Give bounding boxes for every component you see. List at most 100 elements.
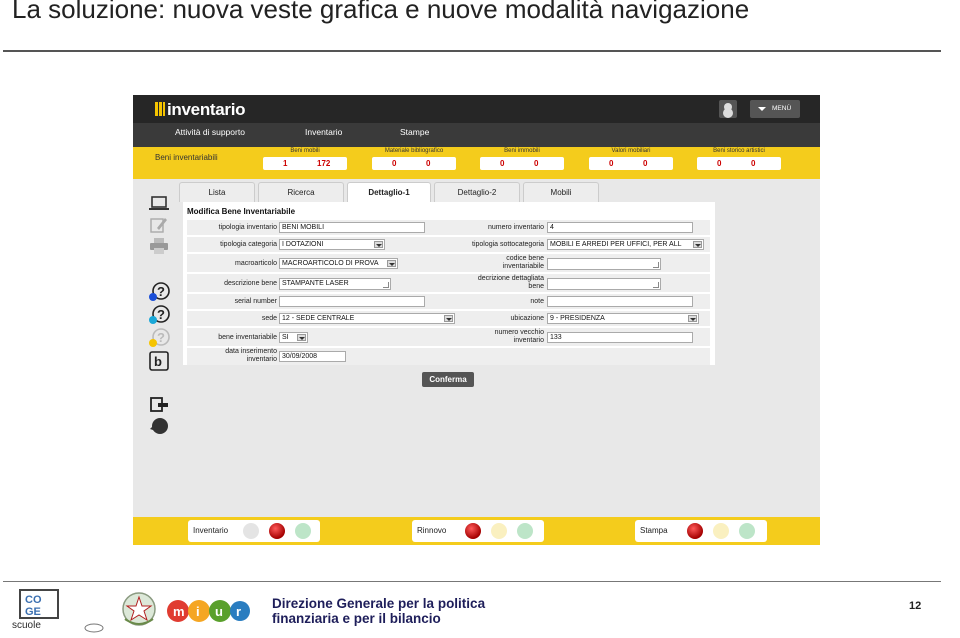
- tab-ricerca[interactable]: Ricerca: [258, 182, 344, 202]
- slide-title: La soluzione: nuova veste grafica e nuov…: [12, 0, 750, 24]
- status-label: Stampa: [640, 526, 668, 535]
- help-cyan-icon[interactable]: ?: [149, 305, 170, 324]
- summary-group-label: Materiale bibliografico: [384, 148, 444, 154]
- status-rinnovo[interactable]: Rinnovo: [412, 520, 544, 542]
- tab-dettaglio-2[interactable]: Dettaglio-2: [434, 182, 520, 202]
- counter-value-1: 0: [392, 159, 397, 168]
- status-stampa[interactable]: Stampa: [635, 520, 767, 542]
- tab-bar: Lista Ricerca Dettaglio-1 Dettaglio-2 Mo…: [179, 182, 819, 202]
- summary-group-label: Beni immobili: [504, 148, 540, 154]
- user-icon[interactable]: [719, 100, 737, 118]
- monitor-icon[interactable]: [149, 196, 169, 214]
- italian-republic-emblem: [120, 589, 158, 629]
- sede-select[interactable]: 12 - SEDE CENTRALE: [279, 313, 455, 324]
- ubicazione-select[interactable]: 9 - PRESIDENZA: [547, 313, 699, 324]
- ubicazione-label: ubicazione: [510, 315, 544, 322]
- footer-divider: [3, 581, 941, 582]
- status-light-green: [517, 523, 533, 539]
- print-icon[interactable]: [149, 237, 169, 255]
- help-yellow-icon[interactable]: ?: [149, 328, 170, 347]
- status-light-yellow: [491, 523, 507, 539]
- status-inventario[interactable]: Inventario: [188, 520, 320, 542]
- form-row: macroarticolo MACROARTICOLO DI PROVA cod…: [187, 254, 710, 272]
- svg-text:b: b: [154, 354, 162, 369]
- counter-value-2: 0: [426, 159, 431, 168]
- globe-refresh-icon[interactable]: [149, 417, 169, 435]
- serial-number-label: serial number: [234, 298, 277, 305]
- status-light-green: [739, 523, 755, 539]
- menu-button[interactable]: MENÙ: [750, 100, 800, 118]
- codice-bene-textarea[interactable]: [547, 258, 661, 270]
- status-light-yellow: [713, 523, 729, 539]
- data-label-line1: data inserimento: [225, 348, 277, 355]
- macroarticolo-label: macroarticolo: [234, 260, 277, 267]
- data-label-line2: inventario: [246, 356, 277, 363]
- form-row: data inserimento inventario 30/09/2008: [187, 348, 710, 365]
- coge-logo-text: scuole: [12, 620, 41, 631]
- help-blue-icon[interactable]: ?: [149, 282, 170, 301]
- app-logo[interactable]: inventario: [155, 100, 246, 120]
- tipologia-sottocategoria-select[interactable]: MOBILI E ARREDI PER UFFICI, PER ALL: [547, 239, 704, 250]
- app-logo-text: inventario: [167, 100, 246, 119]
- status-light-red: [465, 523, 481, 539]
- summary-materiale-bibliografico[interactable]: Materiale bibliografico 0 0: [372, 147, 456, 179]
- summary-beni-immobili[interactable]: Beni immobili 00: [480, 147, 564, 179]
- tab-dettaglio-1[interactable]: Dettaglio-1: [347, 182, 431, 202]
- descr-dett-label-line1: decrizione dettagliata: [477, 275, 544, 282]
- status-bar: Inventario Rinnovo Stampa: [133, 517, 820, 545]
- tab-lista[interactable]: Lista: [179, 182, 255, 202]
- counter-value-1: 0: [717, 159, 722, 168]
- serial-number-field[interactable]: [279, 296, 425, 307]
- data-inserimento-label: data inserimento inventario: [189, 348, 277, 364]
- summary-beni-mobili[interactable]: Beni mobili 1 172: [263, 147, 347, 179]
- confirm-button[interactable]: Conferma: [422, 372, 474, 387]
- svg-text:CO: CO: [25, 594, 42, 606]
- bene-inventariabile-select[interactable]: SI: [279, 332, 308, 343]
- chevron-down-icon: [374, 241, 383, 248]
- summary-group-label: Beni storico artistici: [713, 148, 765, 154]
- codice-bene-label-line2: inventariabile: [502, 263, 544, 270]
- counter-value-2: 0: [534, 159, 539, 168]
- codice-bene-label-line1: codice bene: [506, 255, 544, 262]
- codice-bene-label: codice bene inventariabile: [452, 255, 544, 271]
- summary-counter: 00: [697, 157, 781, 170]
- counter-value-2: 0: [751, 159, 756, 168]
- tipologia-categoria-select[interactable]: I DOTAZIONI: [279, 239, 385, 250]
- form-title: Modifica Bene Inventariabile: [187, 207, 296, 216]
- numero-inventario-field[interactable]: 4: [547, 222, 693, 233]
- status-light-green: [295, 523, 311, 539]
- summary-group-label: Beni mobili: [290, 148, 320, 154]
- svg-text:r: r: [236, 604, 241, 619]
- form-row: tipologia inventario BENI MOBILI numero …: [187, 220, 710, 235]
- slide: La soluzione: nuova veste grafica e nuov…: [0, 0, 960, 638]
- descrizione-dettagliata-textarea[interactable]: [547, 278, 661, 290]
- app-topbar: inventario MENÙ: [133, 95, 820, 123]
- nav-stampe[interactable]: Stampe: [400, 123, 429, 147]
- macroarticolo-select[interactable]: MACROARTICOLO DI PROVA: [279, 258, 398, 269]
- summary-counter: 1 172: [263, 157, 347, 170]
- select-value: 12 - SEDE CENTRALE: [282, 315, 355, 322]
- descrizione-dettagliata-label: decrizione dettagliata bene: [444, 275, 544, 291]
- exit-icon[interactable]: [149, 395, 169, 413]
- summary-beni-storico-artistici[interactable]: Beni storico artistici 00: [697, 147, 781, 179]
- tab-mobili[interactable]: Mobili: [523, 182, 599, 202]
- footer-text: Direzione Generale per la politica finan…: [272, 596, 485, 626]
- counter-value-2: 172: [317, 159, 331, 168]
- summary-valori-mobiliari[interactable]: Valori mobiliari 00: [589, 147, 673, 179]
- descrizione-bene-textarea[interactable]: STAMPANTE LASER: [279, 278, 391, 290]
- summary-bar: Beni inventariabili Beni mobili 1 172 Mat…: [133, 147, 820, 179]
- numero-vecchio-field[interactable]: 133: [547, 332, 693, 343]
- form-row: tipologia categoria I DOTAZIONI tipologi…: [187, 237, 710, 252]
- data-inserimento-field[interactable]: 30/09/2008: [279, 351, 346, 362]
- menu-label: MENÙ: [772, 105, 792, 112]
- nav-attivita[interactable]: Attività di supporto: [175, 123, 245, 147]
- edit-icon[interactable]: [149, 216, 169, 234]
- nav-inventario[interactable]: Inventario: [305, 123, 342, 147]
- note-label: note: [530, 298, 544, 305]
- form-row: serial number note: [187, 294, 710, 309]
- numero-inventario-label: numero inventario: [487, 224, 544, 231]
- bold-b-icon[interactable]: b: [149, 351, 169, 371]
- summary-label: Beni inventariabili: [155, 153, 218, 162]
- note-field[interactable]: [547, 296, 693, 307]
- tipologia-inventario-field[interactable]: BENI MOBILI: [279, 222, 425, 233]
